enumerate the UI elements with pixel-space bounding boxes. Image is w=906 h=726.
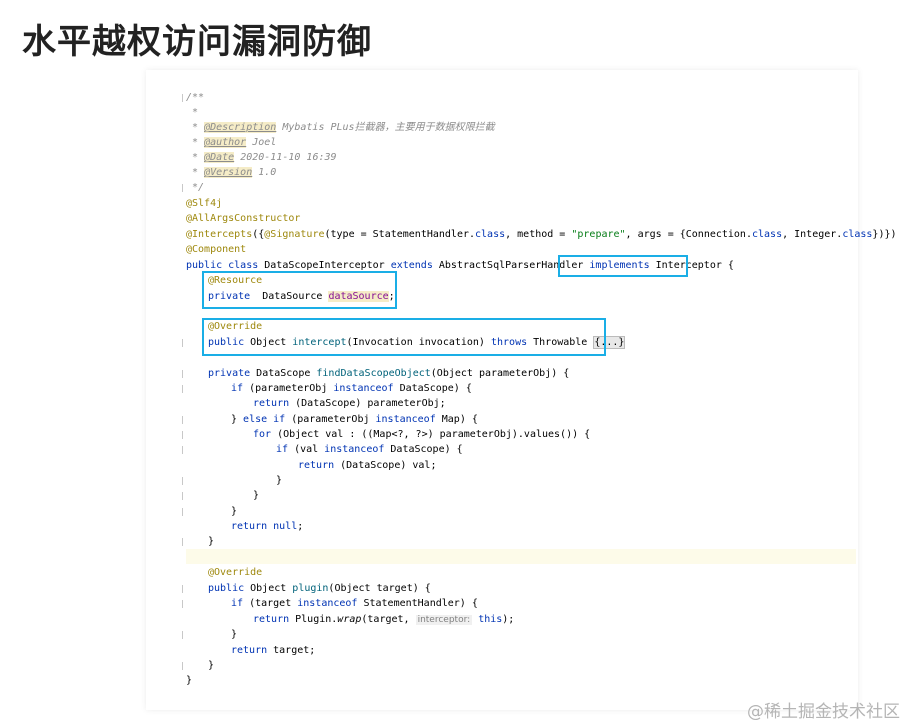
code-line: return target; — [231, 645, 316, 656]
code-line: } — [208, 536, 215, 547]
code-line: * @Date 2020-11-10 16:39 — [186, 152, 337, 163]
fold-marker[interactable] — [182, 508, 189, 516]
code-line: * @Version 1.0 — [186, 167, 277, 178]
code-line: @Override — [208, 567, 263, 578]
code-line: @AllArgsConstructor — [186, 213, 301, 224]
code-editor: /** * * @Description Mybatis PLus拦截器，主要用… — [146, 70, 897, 710]
fold-marker[interactable] — [182, 416, 189, 424]
code-line: @Slf4j — [186, 198, 223, 209]
code-line: * @Description Mybatis PLus拦截器，主要用于数据权限拦… — [186, 122, 495, 133]
watermark: @稀土掘金技术社区 — [747, 702, 900, 722]
code-line: return null; — [231, 521, 304, 532]
code-line: return (DataScope) parameterObj; — [253, 398, 446, 409]
fold-marker[interactable] — [182, 431, 189, 439]
resource-highlight-box — [202, 271, 397, 309]
implements-highlight-box — [558, 255, 688, 277]
code-line: } — [276, 475, 283, 486]
code-line: } — [253, 490, 260, 501]
intercept-highlight-box — [202, 318, 606, 356]
fold-marker[interactable] — [182, 600, 189, 608]
code-line: } — [231, 506, 238, 517]
code-line: * @author Joel — [186, 137, 277, 148]
code-line: } — [231, 629, 238, 640]
code-line: return (DataScope) val; — [298, 460, 437, 471]
code-line: @Component — [186, 244, 247, 255]
fold-marker[interactable] — [182, 94, 189, 102]
fold-marker[interactable] — [182, 631, 189, 639]
code-line: for (Object val : ((Map<?, ?>) parameter… — [253, 429, 591, 440]
fold-marker[interactable] — [182, 492, 189, 500]
code-line: private DataScope findDataScopeObject(Ob… — [208, 368, 570, 379]
fold-marker[interactable] — [182, 385, 189, 393]
fold-marker[interactable] — [182, 446, 189, 454]
fold-marker[interactable] — [182, 184, 189, 192]
current-line-highlight — [186, 549, 856, 564]
code-line: } — [208, 660, 215, 671]
code-line: if (target instanceof StatementHandler) … — [231, 598, 478, 609]
code-line: } — [186, 675, 193, 686]
parameter-hint: interceptor: — [415, 615, 473, 625]
fold-marker[interactable] — [182, 585, 189, 593]
fold-marker[interactable] — [182, 339, 189, 347]
fold-marker[interactable] — [182, 370, 189, 378]
code-line: if (parameterObj instanceof DataScope) { — [231, 383, 472, 394]
code-line: } else if (parameterObj instanceof Map) … — [231, 414, 478, 425]
code-line: public Object plugin(Object target) { — [208, 583, 431, 594]
code-line: @Intercepts({@Signature(type = Statement… — [186, 229, 897, 240]
code-line: return Plugin.wrap(target, interceptor: … — [253, 614, 515, 625]
code-line: * — [186, 107, 199, 118]
fold-marker[interactable] — [182, 477, 189, 485]
fold-marker[interactable] — [182, 538, 189, 546]
code-line: if (val instanceof DataScope) { — [276, 444, 463, 455]
page-title: 水平越权访问漏洞防御 — [22, 22, 372, 62]
fold-marker[interactable] — [182, 662, 189, 670]
